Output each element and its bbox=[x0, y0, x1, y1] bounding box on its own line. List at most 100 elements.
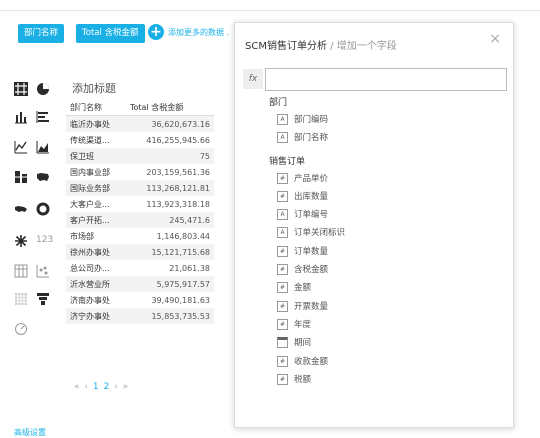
cell-amount: 15,121,715.68 bbox=[126, 244, 214, 260]
page-1-button[interactable]: 1 bbox=[93, 382, 100, 392]
cell-amount: 113,268,121.81 bbox=[126, 180, 214, 196]
prev-page-button[interactable]: ‹ bbox=[84, 382, 89, 392]
field-label: 年度 bbox=[294, 319, 312, 330]
number-field-icon: # bbox=[277, 373, 288, 385]
next-page-button[interactable]: › bbox=[114, 382, 119, 392]
table-row: 市场部 1,146,803.44 bbox=[66, 228, 214, 244]
horizontal-bar-icon[interactable] bbox=[36, 110, 50, 124]
donut-icon[interactable] bbox=[36, 202, 50, 216]
formula-fx-icon[interactable]: fx bbox=[243, 69, 263, 89]
scatter-icon[interactable] bbox=[36, 264, 50, 278]
field-item[interactable]: A 订单编号 bbox=[269, 206, 509, 224]
cell-amount: 15,853,735.53 bbox=[126, 308, 214, 324]
panel-subtitle: / 增加一个字段 bbox=[326, 41, 397, 52]
text-field-icon: A bbox=[277, 132, 288, 144]
field-item[interactable]: # 产品单价 bbox=[269, 170, 509, 188]
cell-department: 客户开拓... bbox=[66, 212, 126, 228]
field-item[interactable]: A 订单关闭标识 bbox=[269, 224, 509, 242]
table-row: 传统渠道... 416,255,945.66 bbox=[66, 132, 214, 148]
table-row: 大客户业... 113,923,318.18 bbox=[66, 196, 214, 212]
cell-department: 国内事业部 bbox=[70, 167, 110, 177]
column-header-department[interactable]: 部门名称 bbox=[66, 100, 126, 116]
first-page-button[interactable]: « bbox=[74, 382, 81, 392]
cell-amount: 21,061.38 bbox=[169, 263, 210, 273]
line-chart-icon[interactable] bbox=[14, 140, 28, 154]
number-field-icon: # bbox=[277, 318, 288, 330]
field-item[interactable]: # 出库数量 bbox=[269, 188, 509, 206]
calendar-icon bbox=[277, 337, 288, 349]
field-label: 产品单价 bbox=[294, 173, 329, 184]
add-data-icon[interactable]: + bbox=[148, 24, 164, 40]
cell-amount: 113,923,318.18 bbox=[146, 199, 210, 209]
cell-department: 市场部 bbox=[70, 231, 94, 241]
table-row: 保卫班 75 bbox=[66, 148, 214, 164]
number-field-icon: # bbox=[277, 190, 288, 202]
stacked-bar-icon[interactable] bbox=[14, 170, 28, 184]
text-field-icon: A bbox=[277, 114, 288, 125]
field-item[interactable]: A 部门名称 bbox=[269, 129, 509, 147]
field-search-input[interactable] bbox=[265, 68, 507, 91]
field-item[interactable]: # 订单数量 bbox=[269, 243, 509, 261]
cell-department: 大客户业... bbox=[70, 199, 110, 209]
field-label: 金额 bbox=[294, 283, 312, 294]
field-label: 开票数量 bbox=[294, 301, 329, 312]
panel-title: SCM销售订单分析 / 增加一个字段 bbox=[245, 37, 397, 52]
table-row: 徐州办事处 15,121,715.68 bbox=[66, 244, 214, 260]
cell-amount: 416,255,945.66 bbox=[146, 135, 210, 145]
table-row: 国际业务部 113,268,121.81 bbox=[66, 180, 214, 196]
heatmap-icon[interactable] bbox=[14, 292, 28, 306]
funnel-icon[interactable] bbox=[36, 292, 50, 306]
field-item[interactable]: # 开票数量 bbox=[269, 298, 509, 316]
last-page-button[interactable]: » bbox=[123, 382, 130, 392]
cell-department: 沂水营业所 bbox=[66, 276, 126, 292]
add-more-data-link[interactable]: 添加更多的数据 . bbox=[168, 27, 229, 38]
pivot-table-icon[interactable] bbox=[14, 264, 28, 278]
kpi-number-icon[interactable]: 123 bbox=[36, 235, 56, 249]
cell-department: 国际业务部 bbox=[66, 180, 126, 196]
cell-department: 总公司办... bbox=[70, 263, 110, 273]
table-row: 临沂办事处 36,620,673.16 bbox=[66, 115, 214, 132]
text-field-icon: A bbox=[277, 227, 288, 239]
field-label: 订单关闭标识 bbox=[294, 228, 346, 239]
pie-chart-icon[interactable] bbox=[36, 82, 50, 96]
field-item[interactable]: # 年度 bbox=[269, 316, 509, 334]
gauge-icon[interactable] bbox=[14, 322, 28, 336]
field-label: 订单数量 bbox=[294, 246, 329, 257]
cell-amount: 75 bbox=[126, 148, 214, 164]
field-item[interactable]: # 收款金额 bbox=[269, 353, 509, 371]
pagination: « ‹ 1 2 › » bbox=[74, 382, 129, 392]
field-label: 订单编号 bbox=[294, 210, 329, 221]
us-map-icon[interactable] bbox=[36, 170, 50, 184]
field-item[interactable]: # 金额 bbox=[269, 279, 509, 297]
table-row: 济宁办事处 15,853,735.53 bbox=[66, 308, 214, 324]
area-chart-icon[interactable] bbox=[36, 140, 50, 154]
dimension-chip-department[interactable]: 部门名称 bbox=[18, 24, 65, 43]
cell-department: 传统渠道... bbox=[70, 135, 110, 145]
measure-chip-total-tax-amount[interactable]: Total 含税金额 bbox=[76, 24, 145, 43]
map-icon[interactable] bbox=[14, 202, 28, 216]
number-field-icon: # bbox=[277, 300, 288, 312]
chart-title[interactable]: 添加标题 bbox=[72, 80, 116, 96]
table-icon[interactable] bbox=[14, 82, 28, 96]
sunburst-icon[interactable] bbox=[14, 234, 28, 248]
field-label: 部门名称 bbox=[294, 133, 329, 144]
group-sales-order: 销售订单 bbox=[269, 156, 306, 167]
page-2-button[interactable]: 2 bbox=[103, 382, 110, 392]
number-field-icon: # bbox=[277, 282, 288, 294]
field-item[interactable]: 期间 bbox=[269, 334, 509, 352]
table-row: 国内事业部 203,159,561.36 bbox=[66, 164, 214, 180]
cell-amount: 245,471.6 bbox=[126, 212, 214, 228]
close-icon[interactable]: × bbox=[489, 31, 501, 47]
column-header-total-tax-amount[interactable]: Total 含税金额 bbox=[126, 100, 214, 116]
data-table: 部门名称 Total 含税金额 临沂办事处 36,620,673.16 传统渠道.… bbox=[66, 100, 214, 324]
cell-department: 济南办事处 bbox=[70, 295, 110, 305]
cell-department: 临沂办事处 bbox=[66, 115, 126, 132]
field-label: 税额 bbox=[294, 374, 312, 385]
number-field-icon: # bbox=[277, 245, 288, 257]
bar-chart-icon[interactable] bbox=[14, 110, 28, 124]
field-item[interactable]: A 部门编码 bbox=[269, 111, 509, 129]
field-item[interactable]: # 含税金额 bbox=[269, 261, 509, 279]
advanced-settings-link[interactable]: 高级设置 bbox=[14, 427, 46, 438]
table-row: 总公司办... 21,061.38 bbox=[66, 260, 214, 276]
field-item[interactable]: # 税额 bbox=[269, 371, 509, 389]
